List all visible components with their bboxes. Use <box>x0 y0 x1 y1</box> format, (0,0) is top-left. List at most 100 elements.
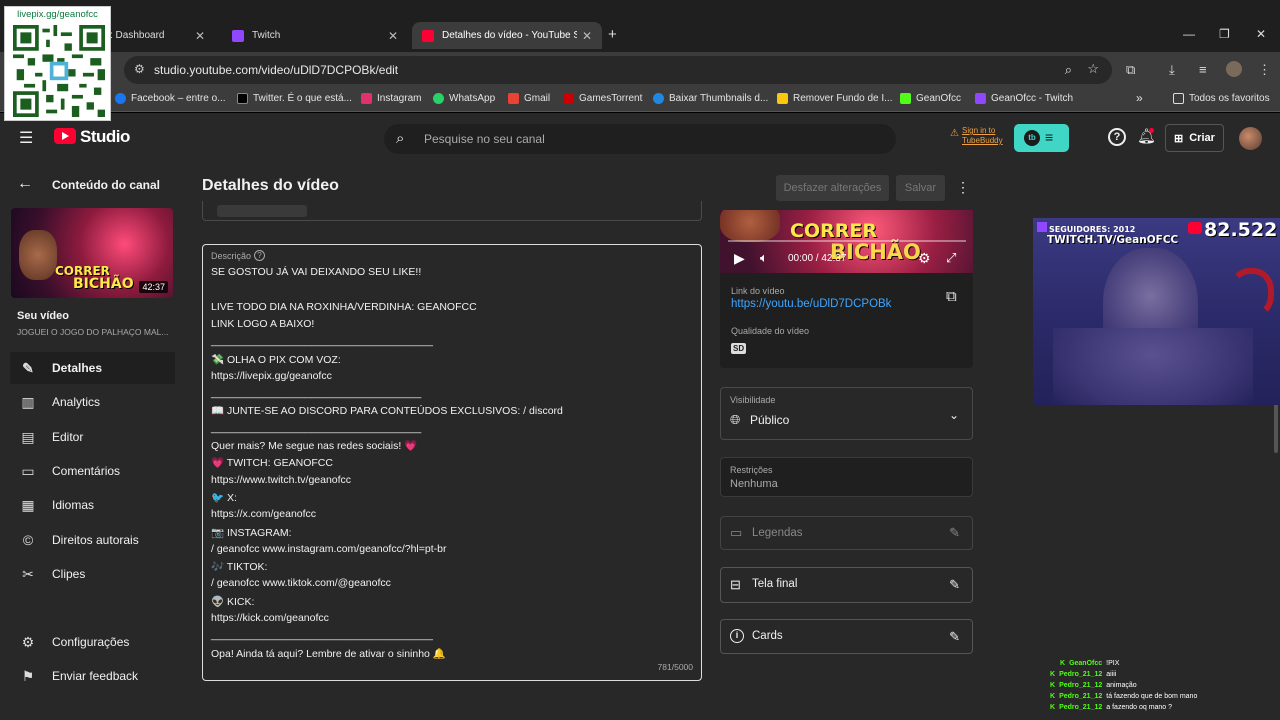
kick-icon: K <box>1050 682 1056 689</box>
bookmarks-more-button[interactable]: » <box>1136 91 1143 105</box>
url-field[interactable]: ⚙ studio.youtube.com/video/uDlD7DCPOBk/e… <box>124 56 1112 84</box>
back-to-content-link[interactable]: Conteúdo do canal <box>52 178 160 192</box>
pencil-icon: ✎ <box>22 360 34 376</box>
bookmark-twitch[interactable]: GeanOfcc - Twitch <box>975 93 1073 104</box>
sidebar-item-idiomas[interactable]: ▦ Idiomas <box>10 489 175 521</box>
create-video-icon: ⊞ <box>1174 132 1184 145</box>
more-options-icon[interactable]: ⋮ <box>956 179 970 196</box>
chat-text: a fazendo oq mano ? <box>1106 704 1173 711</box>
profile-avatar[interactable] <box>1226 61 1242 77</box>
comments-icon: ▭ <box>21 463 35 479</box>
sidebar-item-label: Clipes <box>52 567 86 581</box>
menu-icon[interactable]: ⋮ <box>1258 62 1271 78</box>
sidebar-item-feedback[interactable]: ⚑ Enviar feedback <box>10 660 175 692</box>
zoom-icon[interactable]: ⌕ <box>1065 62 1072 78</box>
channel-avatar[interactable] <box>1239 127 1262 150</box>
subtitles-row[interactable]: ▭ Legendas ✎ <box>720 516 973 550</box>
video-player[interactable]: CORRER BICHÃO ▶ 🔈︎ 00:00 / 42:37 ⚙ ⤢ <box>720 210 973 273</box>
sidebar-item-analytics[interactable]: ▥ Analytics <box>10 386 175 418</box>
minimize-icon[interactable]: — <box>1183 27 1195 41</box>
sidebar: ← Conteúdo do canal CORRER BICHÃO 42:37 … <box>0 163 187 720</box>
volume-icon[interactable]: 🔈︎ <box>760 250 768 266</box>
bookmark-gamestorrent[interactable]: GamesTorrent <box>563 93 642 104</box>
new-tab-button[interactable]: + <box>608 26 617 43</box>
edit-subtitles-icon[interactable]: ✎ <box>949 525 960 541</box>
bookmark-thumbnails[interactable]: Baixar Thumbnails d... <box>653 93 768 104</box>
close-icon[interactable]: ✕ <box>388 29 398 43</box>
copy-icon[interactable]: ⧉ <box>946 288 957 305</box>
help-circle-icon[interactable]: ? <box>254 250 265 261</box>
description-line: https://x.com/geanofcc <box>211 508 317 521</box>
restrictions-field[interactable]: Restrições Nenhuma <box>720 457 973 497</box>
tab-twitch[interactable]: Twitch ✕ <box>222 22 408 49</box>
title-chip <box>217 205 307 217</box>
chat-message: K Pedro_21_12 aiiii <box>1050 671 1116 678</box>
subtitles-icon: ▭ <box>730 525 743 540</box>
video-preview-card: CORRER BICHÃO ▶ 🔈︎ 00:00 / 42:37 ⚙ ⤢ Lin… <box>720 210 973 368</box>
chat-overlay: K GeanOfcc !PIX K Pedro_21_12 aiiii K Pedro_21_… <box>1040 660 1280 720</box>
sidebar-item-editor[interactable]: ▤ Editor <box>10 421 175 453</box>
sidebar-item-configuracoes[interactable]: ⚙ Configurações <box>10 626 175 658</box>
description-line: https://livepix.gg/geanofcc <box>211 369 332 382</box>
bookmark-remover-fundo[interactable]: Remover Fundo de I... <box>777 93 893 104</box>
cards-row[interactable]: i Cards ✎ <box>720 619 973 654</box>
bookmark-facebook[interactable]: Facebook – entre o... <box>115 93 226 104</box>
close-icon[interactable]: ✕ <box>195 29 205 43</box>
save-button[interactable]: Salvar <box>896 175 945 201</box>
media-icon[interactable]: ≡ <box>1199 62 1207 77</box>
video-link[interactable]: https://youtu.be/uDlD7DCPOBk <box>731 298 891 310</box>
edit-end-screen-icon[interactable]: ✎ <box>949 577 960 593</box>
bookmark-whatsapp[interactable]: WhatsApp <box>433 93 495 104</box>
hamburger-menu-icon[interactable]: ☰ <box>19 128 33 148</box>
restore-icon[interactable]: ❐ <box>1219 27 1230 41</box>
tubebuddy-signin-link[interactable]: Sign in to TubeBuddy <box>962 126 1008 146</box>
kick-icon: K <box>1050 671 1056 678</box>
bookmark-instagram[interactable]: Instagram <box>361 93 421 104</box>
browser-tab-bar: : Dashboard ✕ Twitch ✕ Detalhes do vídeo… <box>0 0 1280 52</box>
edit-cards-icon[interactable]: ✎ <box>949 629 960 645</box>
search-input[interactable]: ⌕ Pesquise no seu canal <box>384 124 896 154</box>
close-icon[interactable]: ✕ <box>582 29 592 43</box>
all-favorites-folder[interactable]: Todos os favoritos <box>1173 93 1270 104</box>
create-button[interactable]: ⊞ Criar <box>1165 124 1224 152</box>
end-screen-row[interactable]: ⊟ Tela final ✎ <box>720 567 973 603</box>
studio-logo-text[interactable]: Studio <box>80 127 130 147</box>
kick-icon <box>900 93 911 104</box>
star-icon[interactable]: ☆ <box>1087 61 1099 77</box>
player-settings-icon[interactable]: ⚙ <box>918 250 931 267</box>
sidebar-item-comentarios[interactable]: ▭ Comentários <box>10 455 175 487</box>
sidebar-item-clipes[interactable]: ✂ Clipes <box>10 558 175 590</box>
bookmark-twitter[interactable]: Twitter. É o que está... <box>237 93 352 104</box>
tubebuddy-button[interactable]: tb ≡ <box>1014 124 1069 152</box>
tubebuddy-icon: ⚠ <box>950 128 959 139</box>
description-line: LIVE TODO DIA NA ROXINHA/VERDINHA: GEANO… <box>211 300 477 313</box>
visibility-select[interactable]: Visibilidade 🌐︎ Público ⌄ <box>720 387 973 440</box>
sidebar-item-label: Idiomas <box>52 498 95 512</box>
sidebar-item-detalhes[interactable]: ✎ Detalhes <box>10 352 175 384</box>
close-window-icon[interactable]: ✕ <box>1256 27 1266 41</box>
help-icon[interactable]: ? <box>1108 128 1126 146</box>
sidebar-item-direitos-autorais[interactable]: © Direitos autorais <box>10 524 175 556</box>
site-info-icon[interactable]: ⚙ <box>134 62 145 76</box>
description-line: ____________________________________ <box>211 421 422 434</box>
bookmark-kick[interactable]: GeanOfcc <box>900 93 961 104</box>
extensions-icon[interactable]: ⧉ <box>1126 62 1135 78</box>
download-icon[interactable]: ⤓ <box>1169 62 1175 78</box>
sidebar-item-label: Analytics <box>52 395 101 409</box>
bookmark-gmail[interactable]: Gmail <box>508 93 550 104</box>
play-icon[interactable]: ▶ <box>734 250 745 267</box>
youtube-logo-icon[interactable] <box>54 128 76 144</box>
tab-dashboard[interactable]: : Dashboard ✕ <box>100 22 215 49</box>
video-thumbnail[interactable]: CORRER BICHÃO 42:37 <box>11 208 173 298</box>
fullscreen-icon[interactable]: ⤢ <box>946 250 956 266</box>
undo-changes-button[interactable]: Desfazer alterações <box>776 175 889 201</box>
description-line: SE GOSTOU JÁ VAI DEIXANDO SEU LIKE!! <box>211 266 422 278</box>
chat-text: animação <box>1106 682 1137 689</box>
player-progress-bar[interactable] <box>728 240 966 242</box>
back-arrow-icon[interactable]: ← <box>17 175 33 193</box>
copyright-icon: © <box>22 532 34 548</box>
tab-video-details[interactable]: Detalhes do vídeo - YouTube St ✕ <box>412 22 602 49</box>
scrollbar-thumb[interactable] <box>1274 403 1278 453</box>
description-field[interactable]: Descrição ? SE GOSTOU JÁ VAI DEIXANDO SE… <box>202 244 702 681</box>
description-line: ______________________________________ <box>211 335 433 348</box>
